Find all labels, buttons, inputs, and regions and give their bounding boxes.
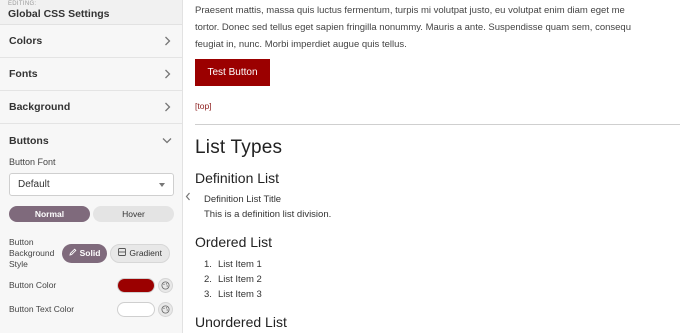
sidebar-title: Global CSS Settings xyxy=(8,8,110,20)
hover-state-button[interactable]: Hover xyxy=(93,206,174,222)
palette-icon[interactable] xyxy=(158,277,173,293)
chevron-right-icon xyxy=(162,36,172,46)
palette-icon[interactable] xyxy=(158,301,173,317)
list-types-heading: List Types xyxy=(195,137,283,158)
collapse-sidebar-handle[interactable] xyxy=(183,190,193,204)
button-text-color-row: Button Text Color xyxy=(0,297,182,321)
editing-label: EDITING: xyxy=(8,1,37,7)
test-button[interactable]: Test Button xyxy=(195,59,270,86)
section-background[interactable]: Background xyxy=(0,91,182,124)
button-color-label: Button Color xyxy=(9,279,57,290)
chevron-down-icon xyxy=(162,136,172,146)
button-font-select[interactable]: Default xyxy=(9,173,174,196)
list-item: 2. List Item 2 xyxy=(204,274,262,285)
list-item: 3. List Item 3 xyxy=(204,289,262,300)
definition-title: Definition List Title xyxy=(204,194,282,205)
pencil-icon xyxy=(68,248,77,258)
button-font-label: Button Font xyxy=(9,157,56,167)
button-text-color-swatch[interactable] xyxy=(117,301,155,317)
bg-style-row: Button Background Style Solid Gradient xyxy=(0,233,182,273)
section-fonts-label: Fonts xyxy=(9,68,38,80)
list-item-text: List Item 1 xyxy=(218,259,262,270)
chevron-right-icon xyxy=(162,69,172,79)
solid-style-label: Solid xyxy=(79,248,101,258)
gradient-icon xyxy=(118,248,127,258)
chevron-left-icon xyxy=(185,188,191,206)
button-color-row: Button Color xyxy=(0,273,182,297)
button-text-color-label: Button Text Color xyxy=(9,303,75,314)
solid-style-button[interactable]: Solid xyxy=(61,243,108,263)
gradient-style-button[interactable]: Gradient xyxy=(110,243,170,263)
ordered-list-heading: Ordered List xyxy=(195,234,273,250)
gradient-style-label: Gradient xyxy=(129,248,162,258)
button-font-value: Default xyxy=(18,179,50,190)
paragraph-line: feugiat in, nunc. Morbi imperdiet augue … xyxy=(195,39,407,50)
state-toggle: Normal Hover xyxy=(9,206,174,222)
section-buttons[interactable]: Buttons xyxy=(0,124,182,157)
section-colors-label: Colors xyxy=(9,35,43,47)
unordered-list-heading: Unordered List xyxy=(195,314,287,330)
settings-sidebar: EDITING: Global CSS Settings Colors Font… xyxy=(0,0,183,333)
normal-state-button[interactable]: Normal xyxy=(9,206,90,222)
button-color-swatch[interactable] xyxy=(117,277,155,293)
section-colors[interactable]: Colors xyxy=(0,25,182,58)
definition-description: This is a definition list division. xyxy=(204,209,332,220)
bg-style-label: Button Background Style xyxy=(9,236,55,269)
paragraph: Praesent mattis, massa quis luctus ferme… xyxy=(195,0,680,53)
section-background-label: Background xyxy=(9,101,71,113)
divider xyxy=(195,124,680,125)
paragraph-line: Praesent mattis, massa quis luctus ferme… xyxy=(195,5,625,16)
caret-down-icon xyxy=(159,182,165,187)
section-buttons-label: Buttons xyxy=(9,134,49,147)
list-item-text: List Item 2 xyxy=(218,274,262,285)
paragraph-line: tortor. Donec sed tellus eget sapien fri… xyxy=(195,22,632,33)
list-item: 1. List Item 1 xyxy=(204,259,262,270)
preview-area: Praesent mattis, massa quis luctus ferme… xyxy=(195,0,680,333)
top-link[interactable]: [top] xyxy=(195,101,212,111)
list-item-text: List Item 3 xyxy=(218,289,262,300)
section-fonts[interactable]: Fonts xyxy=(0,58,182,91)
definition-list-heading: Definition List xyxy=(195,170,280,186)
chevron-right-icon xyxy=(162,102,172,112)
sidebar-header: EDITING: Global CSS Settings xyxy=(0,0,182,25)
